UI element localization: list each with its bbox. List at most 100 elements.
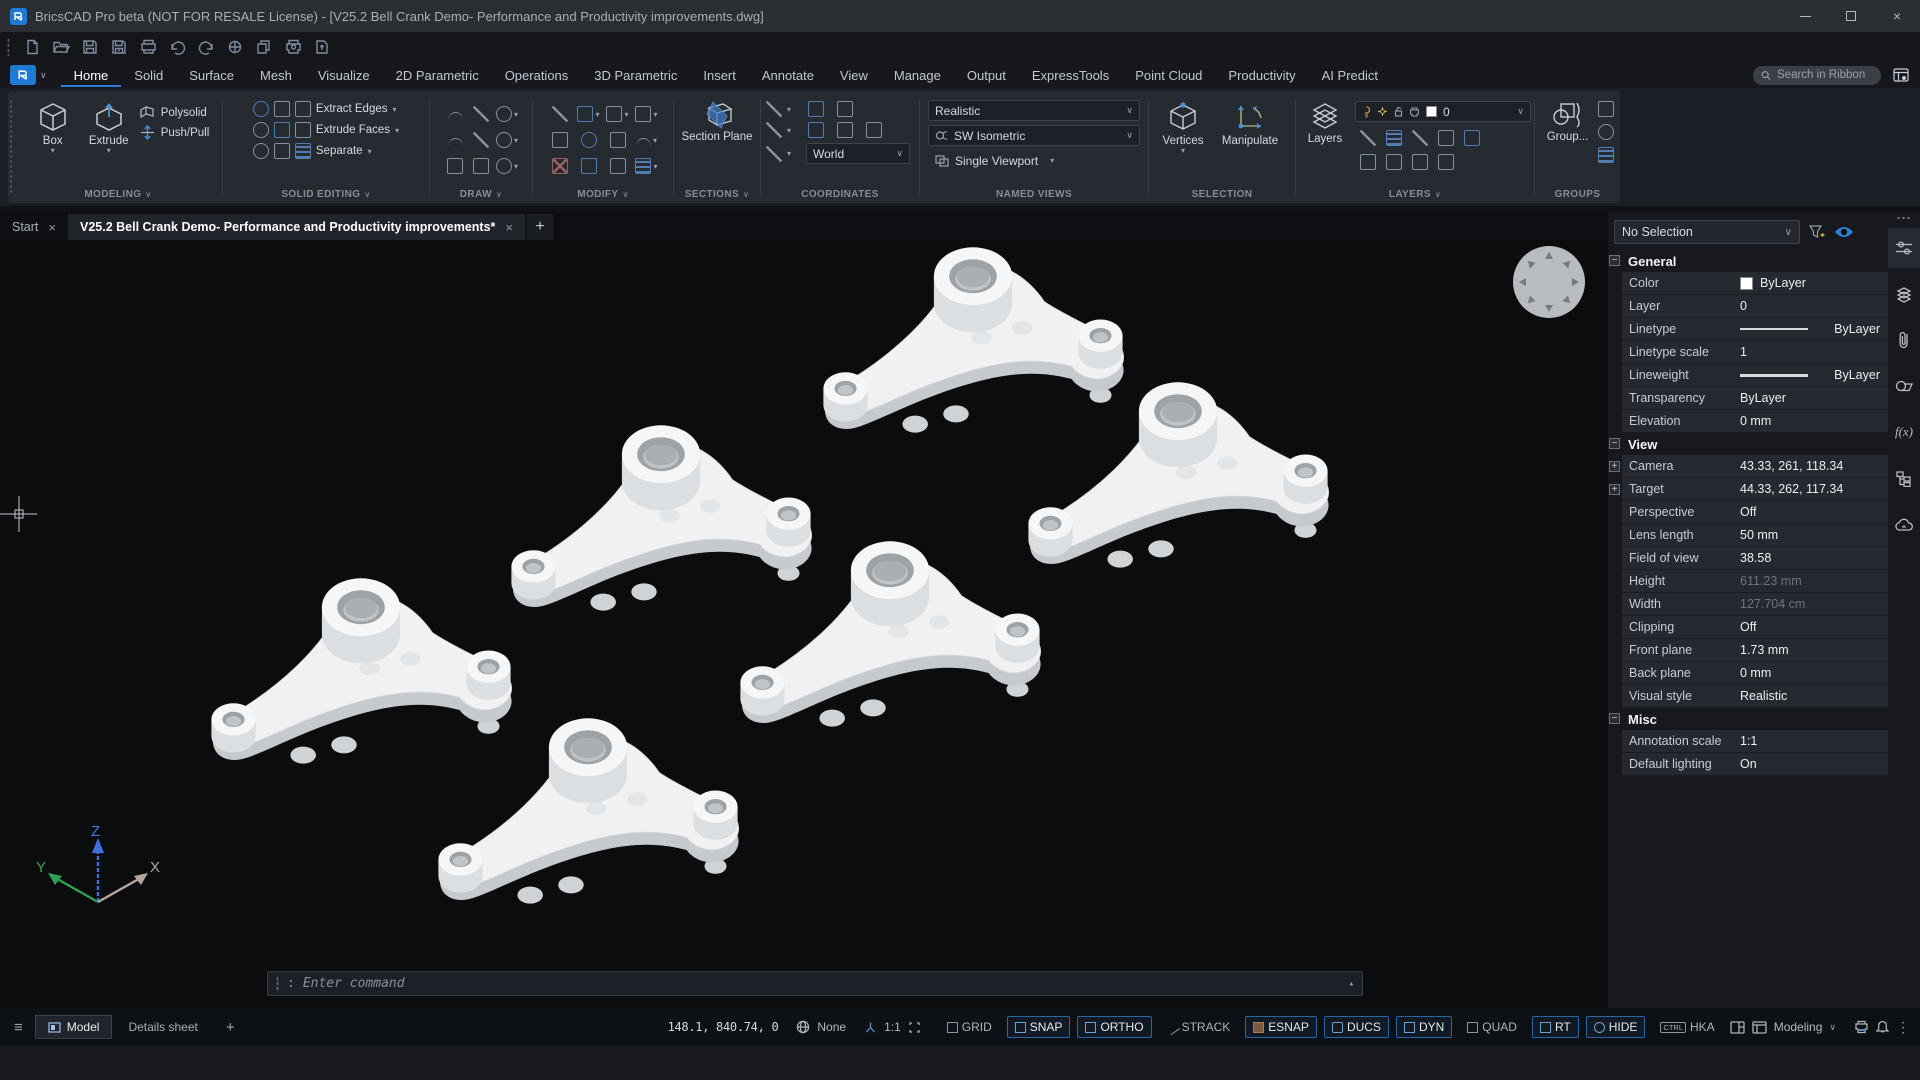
lengthen-icon[interactable] [610, 158, 626, 174]
layer-settings-icon[interactable] [1412, 154, 1428, 170]
new-tab-button[interactable]: + [527, 214, 553, 240]
tab-visualize[interactable]: Visualize [305, 64, 383, 87]
section-header[interactable]: − Misc [1622, 708, 1888, 730]
annotation-scale[interactable]: 1:1 [884, 1020, 901, 1034]
property-row-layer[interactable]: Layer 0 [1622, 295, 1888, 318]
property-row-lineweight[interactable]: Lineweight ByLayer [1622, 364, 1888, 387]
tab-manage[interactable]: Manage [881, 64, 954, 87]
layer-unisolate-icon[interactable] [1360, 154, 1376, 170]
property-row-annotation-scale[interactable]: Annotation scale 1:1 [1622, 730, 1888, 753]
viewport-canvas[interactable]: Y Z X [0, 240, 1608, 1008]
panel-label-modeling[interactable]: MODELING∨ [16, 186, 220, 203]
bell-crank-part-6[interactable] [438, 718, 738, 903]
circle-icon[interactable] [496, 106, 512, 122]
tab-2d-parametric[interactable]: 2D Parametric [383, 64, 492, 87]
structure-panel-tab[interactable] [1888, 458, 1920, 498]
add-sheet-button[interactable]: + [214, 1015, 247, 1040]
tab-insert[interactable]: Insert [690, 64, 749, 87]
vertices-button[interactable]: Vertices▾ [1157, 97, 1209, 154]
bell-crank-part-1[interactable] [823, 247, 1123, 432]
ribbon-configure-icon[interactable] [1893, 68, 1910, 83]
command-line[interactable]: : Enter command ▴ [267, 971, 1363, 996]
ucs-entity-icon[interactable] [808, 122, 824, 138]
polyline-icon[interactable] [473, 106, 489, 122]
collapse-icon[interactable]: − [1609, 713, 1620, 724]
workspace-switcher[interactable]: Modeling [1774, 1020, 1823, 1034]
union-icon[interactable] [253, 101, 269, 117]
command-input-placeholder[interactable]: Enter command [303, 976, 405, 991]
property-row-linetype[interactable]: Linetype ByLayer [1622, 318, 1888, 341]
panel-label-modify[interactable]: MODIFY∨ [535, 186, 671, 203]
viewport-config-dropdown[interactable]: Single Viewport▾ [928, 150, 1140, 171]
property-row-visual-style[interactable]: Visual style Realistic [1622, 685, 1888, 708]
ucs-previous-icon[interactable] [808, 101, 824, 117]
undo-icon[interactable] [167, 37, 187, 57]
ucs-select-dropdown[interactable]: World∨ [806, 143, 910, 164]
open-drawing-icon[interactable] [51, 37, 71, 57]
print-preview-icon[interactable] [283, 37, 303, 57]
ungroup-icon[interactable] [1598, 101, 1614, 117]
command-line-grip[interactable] [276, 976, 279, 991]
panel-label-draw[interactable]: DRAW∨ [432, 186, 530, 203]
group-select-icon[interactable] [1598, 147, 1614, 163]
minimize-button[interactable] [1782, 0, 1828, 32]
layer-lock-fade-icon[interactable] [1438, 154, 1454, 170]
property-row-color[interactable]: Color ByLayer [1622, 272, 1888, 295]
scale-icon[interactable] [581, 158, 597, 174]
extrude-faces-icon[interactable] [295, 122, 311, 138]
layer-properties-icon[interactable] [1464, 130, 1480, 146]
app-menu-chevron-icon[interactable]: ∨ [40, 70, 47, 81]
group-edit-icon[interactable] [1598, 124, 1614, 140]
plot-icon[interactable] [138, 37, 158, 57]
property-row-default-lighting[interactable]: Default lighting On [1622, 753, 1888, 776]
copy-entities-icon[interactable] [606, 106, 622, 122]
tab-annotate[interactable]: Annotate [749, 64, 827, 87]
panel-label-layers[interactable]: LAYERS∨ [1298, 186, 1532, 203]
cursor-coordinates[interactable]: 148.1, 840.74, 0 [668, 1020, 779, 1034]
panel-label-solid-editing[interactable]: SOLID EDITING∨ [225, 186, 427, 203]
publish-icon[interactable] [312, 37, 332, 57]
ucs-icon[interactable] [766, 101, 782, 117]
section-plane-button[interactable]: Section Plane [677, 97, 757, 144]
toggle-grid[interactable]: GRID [939, 1016, 1000, 1038]
toggle-hide[interactable]: HIDE [1586, 1016, 1646, 1038]
property-row-linetype-scale[interactable]: Linetype scale 1 [1622, 341, 1888, 364]
toolbar-drag-handle[interactable] [7, 38, 10, 56]
subtract-icon[interactable] [253, 122, 269, 138]
extract-edges-icon[interactable] [295, 101, 311, 117]
filter-icon[interactable] [1808, 224, 1826, 240]
manipulate-button[interactable]: Manipulate [1213, 97, 1287, 147]
maximize-button[interactable] [1828, 0, 1874, 32]
ucs-view-icon[interactable] [837, 122, 853, 138]
close-tab-icon[interactable]: × [505, 220, 513, 235]
tab-operations[interactable]: Operations [492, 64, 582, 87]
tab-ai-predict[interactable]: AI Predict [1309, 64, 1391, 87]
toggle-snap[interactable]: SNAP [1007, 1016, 1071, 1038]
save-icon[interactable] [80, 37, 100, 57]
drawing-viewport[interactable]: Y Z X : Enter command ▴ [0, 240, 1608, 1008]
tab-productivity[interactable]: Productivity [1215, 64, 1308, 87]
tab-output[interactable]: Output [954, 64, 1019, 87]
expand-icon[interactable]: + [1609, 461, 1620, 472]
imprint-icon[interactable] [274, 101, 290, 117]
notifications-bell-icon[interactable] [1876, 1020, 1889, 1034]
layers-panel-tab[interactable] [1888, 274, 1920, 314]
close-button[interactable]: × [1874, 0, 1920, 32]
copy-icon[interactable] [254, 37, 274, 57]
property-row-perspective[interactable]: Perspective Off [1622, 501, 1888, 524]
ucs-face-icon[interactable] [766, 146, 782, 162]
polysolid-button[interactable]: Polysolid [139, 105, 210, 120]
color-swatch[interactable] [1740, 277, 1753, 290]
property-row-target[interactable]: + Target 44.33, 262, 117.34 [1622, 478, 1888, 501]
arc-icon[interactable] [448, 112, 463, 121]
tab-surface[interactable]: Surface [176, 64, 247, 87]
bell-crank-part-2[interactable] [1028, 382, 1328, 567]
selection-modes-icon[interactable] [225, 37, 245, 57]
trim-icon[interactable] [610, 132, 626, 148]
attachments-panel-tab[interactable] [1888, 320, 1920, 360]
layer-lock-icon[interactable] [1438, 130, 1454, 146]
collapse-icon[interactable]: − [1609, 438, 1620, 449]
toggle-esnap[interactable]: ESNAP [1245, 1016, 1317, 1038]
toggle-quad[interactable]: QUAD [1459, 1016, 1525, 1038]
view-navigation-dial[interactable] [1513, 246, 1585, 318]
